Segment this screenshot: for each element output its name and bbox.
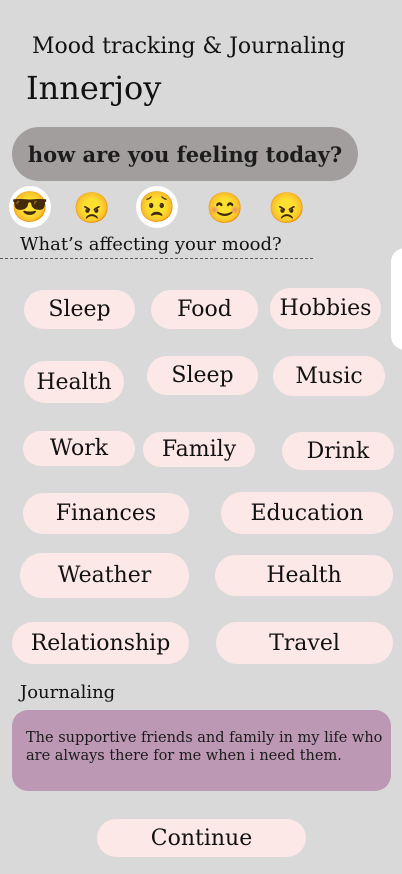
- angry-face-emoji-icon[interactable]: 😠: [72, 188, 112, 228]
- mood-question-banner: how are you feeling today?: [12, 127, 358, 181]
- chip-sleep-2[interactable]: Sleep: [147, 356, 258, 395]
- chip-hobbies[interactable]: Hobbies: [270, 288, 381, 329]
- chip-drink[interactable]: Drink: [282, 432, 394, 470]
- app-title: Innerjoy: [26, 69, 162, 107]
- app-subtitle: Mood tracking & Journaling: [32, 34, 346, 59]
- happy-face-emoji-icon[interactable]: 😊: [205, 188, 245, 228]
- sad-face-emoji-icon[interactable]: 😟: [136, 186, 178, 228]
- chip-family[interactable]: Family: [143, 432, 255, 467]
- chip-education[interactable]: Education: [221, 492, 393, 534]
- angry-face-emoji-icon-2[interactable]: 😠: [267, 188, 307, 228]
- dashed-divider: [0, 258, 313, 259]
- chip-weather[interactable]: Weather: [20, 553, 189, 598]
- chip-work[interactable]: Work: [23, 431, 135, 466]
- chip-food[interactable]: Food: [151, 290, 258, 329]
- chip-relationship[interactable]: Relationship: [12, 622, 189, 664]
- chip-sleep[interactable]: Sleep: [24, 290, 135, 329]
- cool-face-emoji-icon[interactable]: 😎: [9, 186, 51, 228]
- chip-health[interactable]: Health: [24, 361, 124, 403]
- side-drawer-handle[interactable]: [391, 248, 402, 350]
- chip-health-2[interactable]: Health: [215, 555, 393, 596]
- chip-music[interactable]: Music: [273, 356, 385, 396]
- journal-entry-textarea[interactable]: The supportive friends and family in my …: [12, 710, 391, 791]
- chip-travel[interactable]: Travel: [216, 622, 393, 664]
- continue-button[interactable]: Continue: [97, 819, 306, 857]
- journaling-label: Journaling: [20, 682, 116, 703]
- affecting-mood-label: What’s affecting your mood?: [20, 234, 282, 255]
- chip-finances[interactable]: Finances: [23, 493, 189, 534]
